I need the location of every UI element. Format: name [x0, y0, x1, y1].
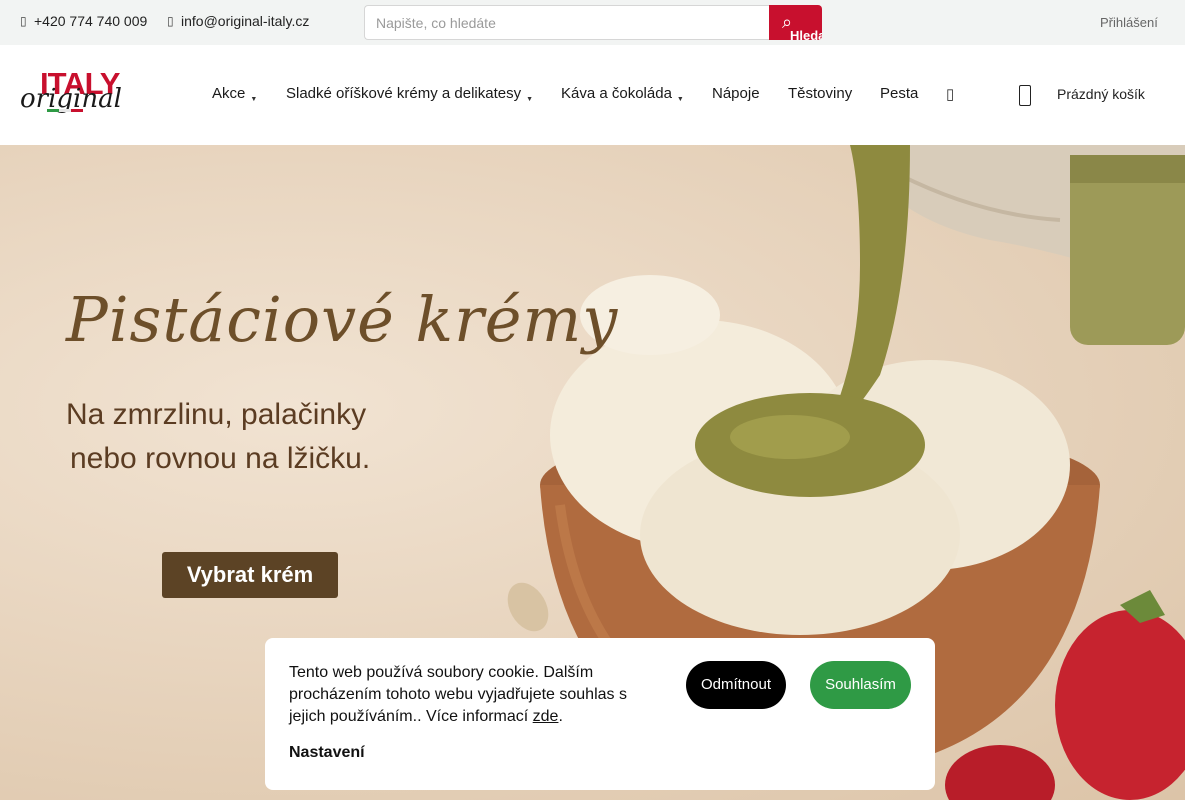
logo[interactable]: ITALY original — [20, 64, 140, 124]
cookie-message-end: . — [558, 708, 563, 725]
decline-button[interactable]: Odmítnout — [686, 661, 786, 709]
search-button-label: Hledat — [790, 28, 822, 40]
hero-subtitle-line2: nebo rovnou na lžičku. — [70, 442, 371, 475]
nav-item-testoviny[interactable]: Těstoviny — [788, 85, 852, 102]
phone-link[interactable]: ▯ +420 774 740 009 — [20, 13, 147, 29]
cart-icon[interactable] — [1019, 85, 1031, 106]
cookie-settings-link[interactable]: Nastavení — [289, 744, 365, 762]
hero-title: Pistáciové krémy — [66, 283, 619, 356]
cookie-message-text: Tento web používá soubory cookie. Dalším… — [289, 664, 627, 725]
phone-icon: ▯ — [20, 14, 27, 28]
top-bar: ▯ +420 774 740 009 ▯ info@original-italy… — [0, 0, 1185, 45]
search-form: ⌕ Hledat — [364, 5, 822, 40]
hero-subtitle: Na zmrzlinu, palačinky nebo rovnou na lž… — [66, 393, 370, 481]
accept-button[interactable]: Souhlasím — [810, 661, 911, 709]
email-address: info@original-italy.cz — [181, 13, 310, 29]
header: ITALY original Akce ▼ Sladké oříškové kré… — [0, 45, 1185, 145]
chevron-down-icon: ▼ — [250, 96, 258, 103]
nav-item-napoje[interactable]: Nápoje — [712, 85, 760, 102]
email-icon: ▯ — [167, 14, 174, 28]
email-link[interactable]: ▯ info@original-italy.cz — [167, 13, 309, 29]
nav-item-label: Akce — [212, 85, 246, 102]
hero-cta-button[interactable]: Vybrat krém — [162, 552, 338, 598]
nav-item-kava-cokolada[interactable]: Káva a čokoláda ▼ — [561, 85, 684, 103]
phone-number: +420 774 740 009 — [34, 13, 148, 29]
login-link[interactable]: Přihlášení — [1100, 15, 1158, 30]
nav-item-pesta[interactable]: Pesta — [880, 85, 918, 102]
cookie-banner: Tento web používá soubory cookie. Dalším… — [265, 638, 935, 790]
chevron-down-icon: ▼ — [526, 96, 534, 103]
cookie-message: Tento web používá soubory cookie. Dalším… — [289, 662, 639, 728]
nav-item-sladke-kremy[interactable]: Sladké oříškové krémy a delikatesy ▼ — [286, 85, 534, 103]
search-input[interactable] — [364, 5, 770, 40]
nav-item-label: Káva a čokoláda — [561, 85, 672, 102]
hero-subtitle-line1: Na zmrzlinu, palačinky — [66, 398, 367, 431]
nav-item-label: Sladké oříškové krémy a delikatesy — [286, 85, 522, 102]
search-button[interactable]: ⌕ Hledat — [769, 5, 822, 40]
cookie-more-info-link[interactable]: zde — [533, 708, 559, 725]
cart-label[interactable]: Prázdný košík — [1057, 86, 1145, 102]
chevron-down-icon: ▼ — [676, 96, 684, 103]
nav-item-akce[interactable]: Akce ▼ — [212, 85, 258, 103]
more-icon[interactable]: ▯ — [946, 85, 954, 103]
